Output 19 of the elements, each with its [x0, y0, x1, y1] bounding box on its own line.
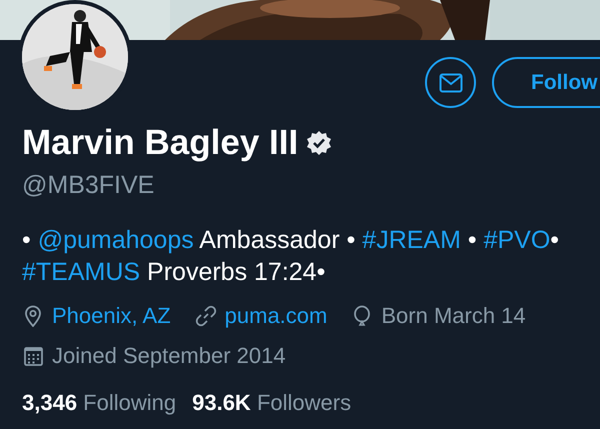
hashtag-link[interactable]: #JREAM — [362, 226, 461, 254]
message-button[interactable] — [425, 57, 476, 108]
link-icon — [194, 305, 217, 327]
calendar-icon — [22, 345, 44, 367]
profile-name: Marvin Bagley III — [22, 125, 298, 160]
stat-link[interactable]: 3,346 Following — [22, 386, 176, 419]
follow-button[interactable]: Follow — [492, 57, 600, 108]
bio-text: • @pumahoops Ambassador • #JREAM • #PVO• #TEAMUS Proverbs 17:24• — [22, 225, 560, 288]
stat-link[interactable]: 93.6K Followers — [192, 386, 352, 419]
joined-date: Joined September 2014 — [52, 342, 286, 370]
profile-handle: @MB3FIVE — [22, 170, 156, 200]
website-link[interactable]: puma.com — [224, 302, 328, 330]
mail-icon — [438, 72, 462, 92]
hashtag-link[interactable]: #TEAMUS — [22, 258, 140, 286]
hashtag-link[interactable]: #PVO — [484, 226, 550, 254]
mention-link[interactable]: @pumahoops — [38, 226, 194, 254]
birthday-text: Born March 14 — [381, 302, 526, 330]
pin-icon — [22, 305, 44, 327]
location-link[interactable]: Phoenix, AZ — [52, 302, 171, 330]
